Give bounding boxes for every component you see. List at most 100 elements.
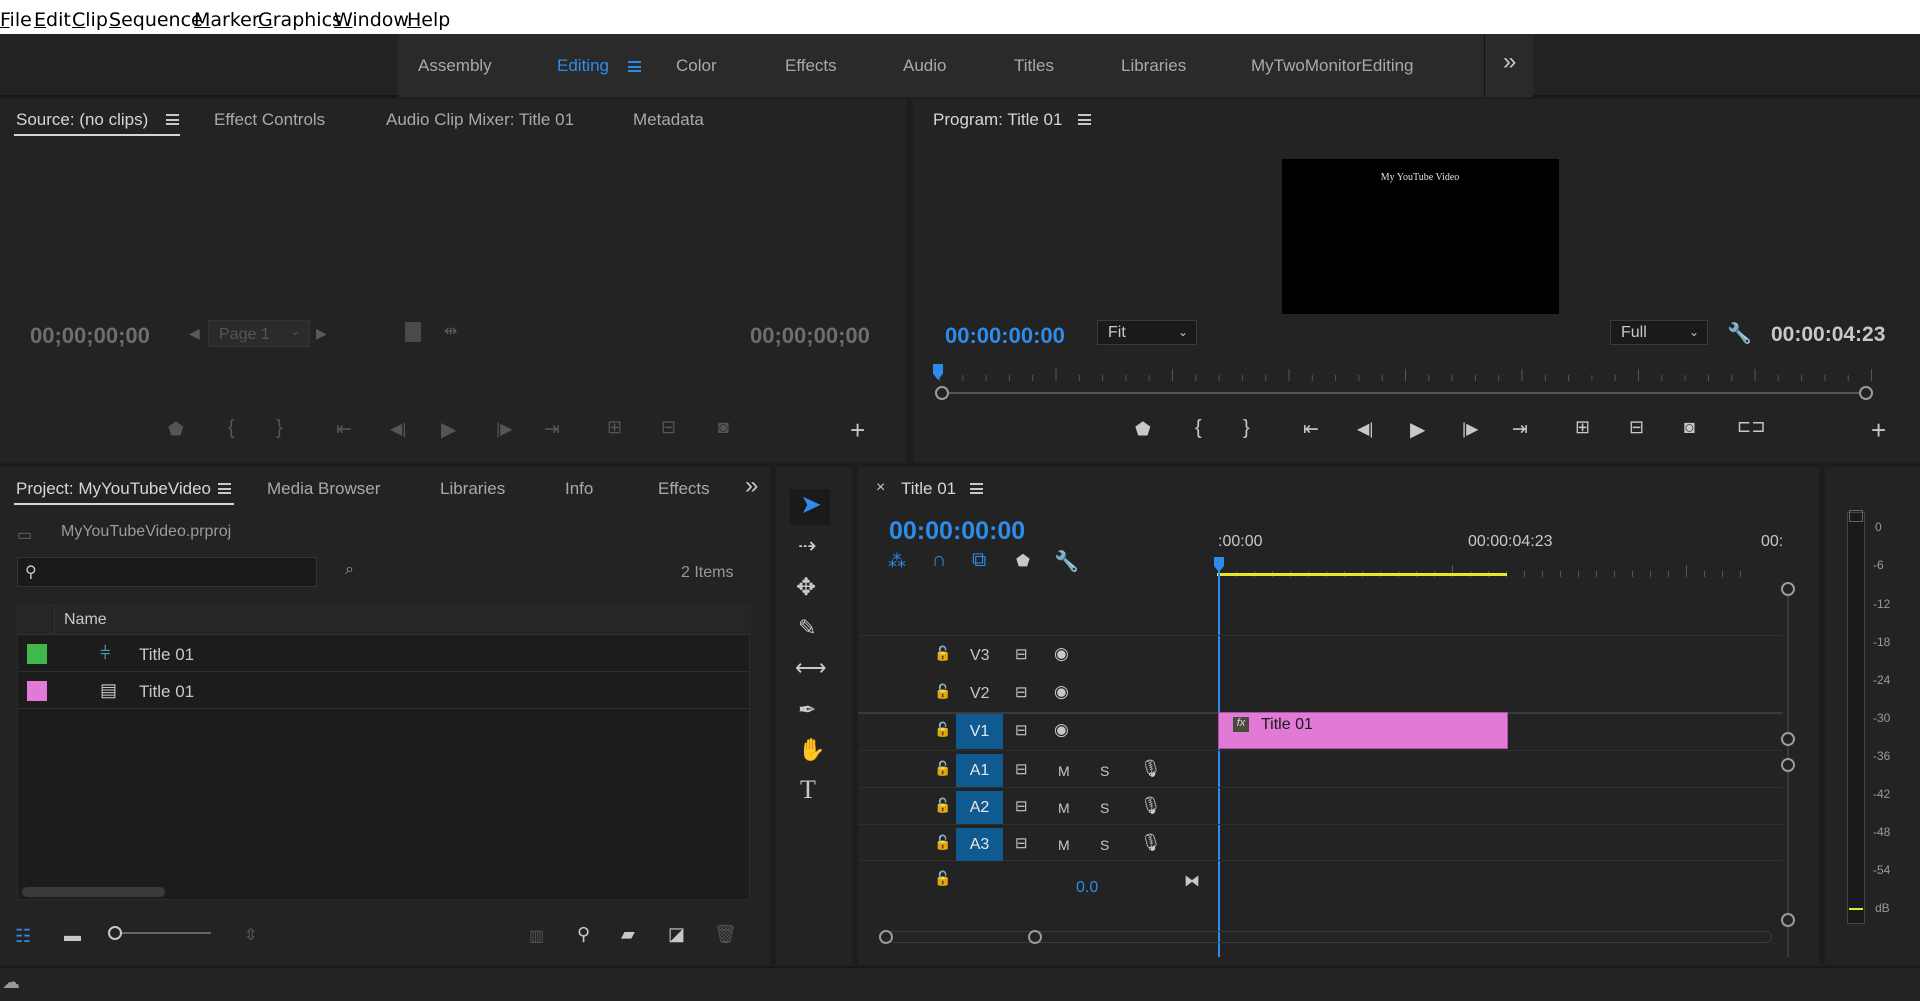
microphone-icon[interactable]: 🎙: [1140, 833, 1162, 853]
type-tool-icon[interactable]: T: [800, 775, 816, 805]
lock-icon[interactable]: 🔓: [934, 870, 951, 887]
mark-in-icon[interactable]: {: [228, 417, 235, 440]
lock-icon[interactable]: 🔓: [934, 834, 951, 851]
microphone-icon[interactable]: 🎙: [1140, 796, 1162, 816]
tab-effect-controls[interactable]: Effect Controls: [214, 110, 325, 130]
label-color-swatch[interactable]: [27, 681, 47, 701]
solo-button[interactable]: S: [1100, 763, 1109, 779]
list-item[interactable]: ⫩ Title 01: [18, 636, 751, 672]
menu-edit[interactable]: Edit: [34, 9, 71, 31]
workspace-tab-effects[interactable]: Effects: [785, 56, 837, 76]
lock-icon[interactable]: 🔓: [934, 797, 951, 814]
tab-media-browser[interactable]: Media Browser: [267, 479, 380, 499]
workspace-menu-icon[interactable]: [628, 61, 641, 72]
sync-lock-icon[interactable]: ⊟: [1015, 760, 1028, 778]
track-v2-label[interactable]: V2: [970, 685, 990, 703]
hand-tool-icon[interactable]: ✋: [798, 737, 825, 763]
workspace-tab-editing[interactable]: Editing: [557, 56, 609, 76]
mute-button[interactable]: M: [1058, 800, 1070, 816]
timeline-settings-icon[interactable]: 🔧: [1054, 549, 1079, 574]
menu-file[interactable]: File: [0, 9, 32, 31]
workspace-tab-audio[interactable]: Audio: [903, 56, 946, 76]
list-view-icon[interactable]: ☷: [15, 926, 31, 947]
play-icon[interactable]: ▶: [1410, 417, 1425, 442]
sync-lock-icon[interactable]: ⊟: [1015, 683, 1028, 701]
timeline-menu-icon[interactable]: [970, 483, 983, 494]
mute-button[interactable]: M: [1058, 837, 1070, 853]
track-select-tool-icon[interactable]: ⇢: [798, 533, 816, 559]
workspace-overflow-icon[interactable]: »: [1503, 48, 1516, 76]
video-scroll-bottom-handle[interactable]: [1781, 732, 1795, 746]
step-back-icon[interactable]: ◀|: [390, 419, 406, 439]
lock-icon[interactable]: 🔓: [934, 721, 951, 738]
nest-toggle-icon[interactable]: ⁂: [888, 551, 906, 572]
tab-project[interactable]: Project: MyYouTubeVideo: [16, 479, 211, 499]
quality-select[interactable]: Full ⌄: [1610, 320, 1708, 345]
tab-program[interactable]: Program: Title 01: [933, 110, 1062, 130]
track-a3-source-patch[interactable]: A3: [956, 828, 1003, 861]
page-select[interactable]: Page 1 ⌄: [208, 320, 310, 347]
column-name-header[interactable]: Name: [64, 611, 107, 629]
program-timecode[interactable]: 00:00:00:00: [945, 323, 1065, 349]
menu-sequence[interactable]: Sequence: [109, 9, 203, 31]
export-frame-icon[interactable]: ◙: [718, 417, 729, 438]
pen-tool-icon[interactable]: ✒: [798, 697, 816, 723]
source-panel-menu-icon[interactable]: [166, 114, 179, 125]
creative-cloud-icon[interactable]: ☁: [2, 972, 20, 993]
add-marker-icon[interactable]: ⬟: [1016, 551, 1030, 571]
menu-clip[interactable]: Clip: [72, 9, 108, 31]
solo-button[interactable]: S: [1100, 837, 1109, 853]
work-area-bar[interactable]: [1217, 573, 1507, 576]
sync-lock-icon[interactable]: ⊟: [1015, 797, 1028, 815]
mark-in-icon[interactable]: {: [1195, 417, 1202, 440]
tab-metadata[interactable]: Metadata: [633, 110, 704, 130]
workspace-tab-assembly[interactable]: Assembly: [418, 56, 492, 76]
workspace-tab-mytwomonitorediting[interactable]: MyTwoMonitorEditing: [1251, 56, 1414, 76]
new-search-bin-icon[interactable]: ⌕: [345, 561, 354, 579]
menu-marker[interactable]: Marker: [194, 9, 260, 31]
find-icon[interactable]: ⚲: [577, 924, 590, 945]
horizontal-zoom-track[interactable]: [880, 931, 1772, 943]
program-panel-menu-icon[interactable]: [1078, 114, 1091, 125]
menu-graphics[interactable]: Graphics: [258, 9, 342, 31]
mark-out-icon[interactable]: }: [1243, 417, 1250, 440]
tab-libraries[interactable]: Libraries: [440, 479, 505, 499]
program-zoom-handle-right[interactable]: [1859, 386, 1873, 400]
workspace-tab-color[interactable]: Color: [676, 56, 717, 76]
tab-source[interactable]: Source: (no clips): [16, 110, 148, 130]
go-to-in-icon[interactable]: ⇤: [336, 418, 352, 441]
trash-icon[interactable]: 🗑: [714, 924, 737, 945]
linked-selection-icon[interactable]: ⧉: [972, 549, 986, 572]
timeline-clip[interactable]: fx Title 01: [1218, 712, 1508, 749]
fit-select[interactable]: Fit ⌄: [1097, 320, 1197, 345]
master-volume-value[interactable]: 0.0: [1076, 879, 1098, 897]
item-name[interactable]: Title 01: [139, 682, 194, 702]
page-next-icon[interactable]: ▶: [316, 325, 327, 342]
track-a1-source-patch[interactable]: A1: [956, 754, 1003, 787]
lock-icon[interactable]: 🔓: [934, 683, 951, 700]
list-item[interactable]: ▤ Title 01: [18, 673, 751, 709]
step-forward-icon[interactable]: |▶: [496, 419, 512, 439]
new-bin-icon[interactable]: ▰: [621, 924, 635, 945]
add-marker-icon[interactable]: ⬟: [168, 419, 184, 440]
sort-icon[interactable]: ⇳: [244, 925, 257, 945]
export-frame-icon[interactable]: ◙: [1684, 417, 1695, 438]
source-settings-icon[interactable]: [405, 322, 421, 342]
new-item-icon[interactable]: ◪: [668, 924, 685, 945]
eye-icon[interactable]: ◉: [1054, 644, 1069, 664]
tab-sequence[interactable]: Title 01: [901, 479, 956, 499]
program-time-ruler[interactable]: [939, 367, 1873, 381]
video-scroll-top-handle[interactable]: [1781, 582, 1795, 596]
audio-scroll-top-handle[interactable]: [1781, 758, 1795, 772]
mute-button[interactable]: M: [1058, 763, 1070, 779]
item-name[interactable]: Title 01: [139, 645, 194, 665]
sync-lock-icon[interactable]: ⊟: [1015, 721, 1028, 739]
timeline-timecode[interactable]: 00:00:00:00: [889, 517, 1025, 546]
go-to-in-icon[interactable]: ⇤: [1303, 418, 1319, 441]
insert-icon[interactable]: ⊞: [607, 417, 622, 438]
step-back-icon[interactable]: ◀|: [1357, 419, 1373, 439]
tab-effects[interactable]: Effects: [658, 479, 710, 499]
add-marker-icon[interactable]: ⬟: [1135, 419, 1151, 440]
zoom-handle-left[interactable]: [879, 930, 893, 944]
program-zoom-handle-left[interactable]: [935, 386, 949, 400]
